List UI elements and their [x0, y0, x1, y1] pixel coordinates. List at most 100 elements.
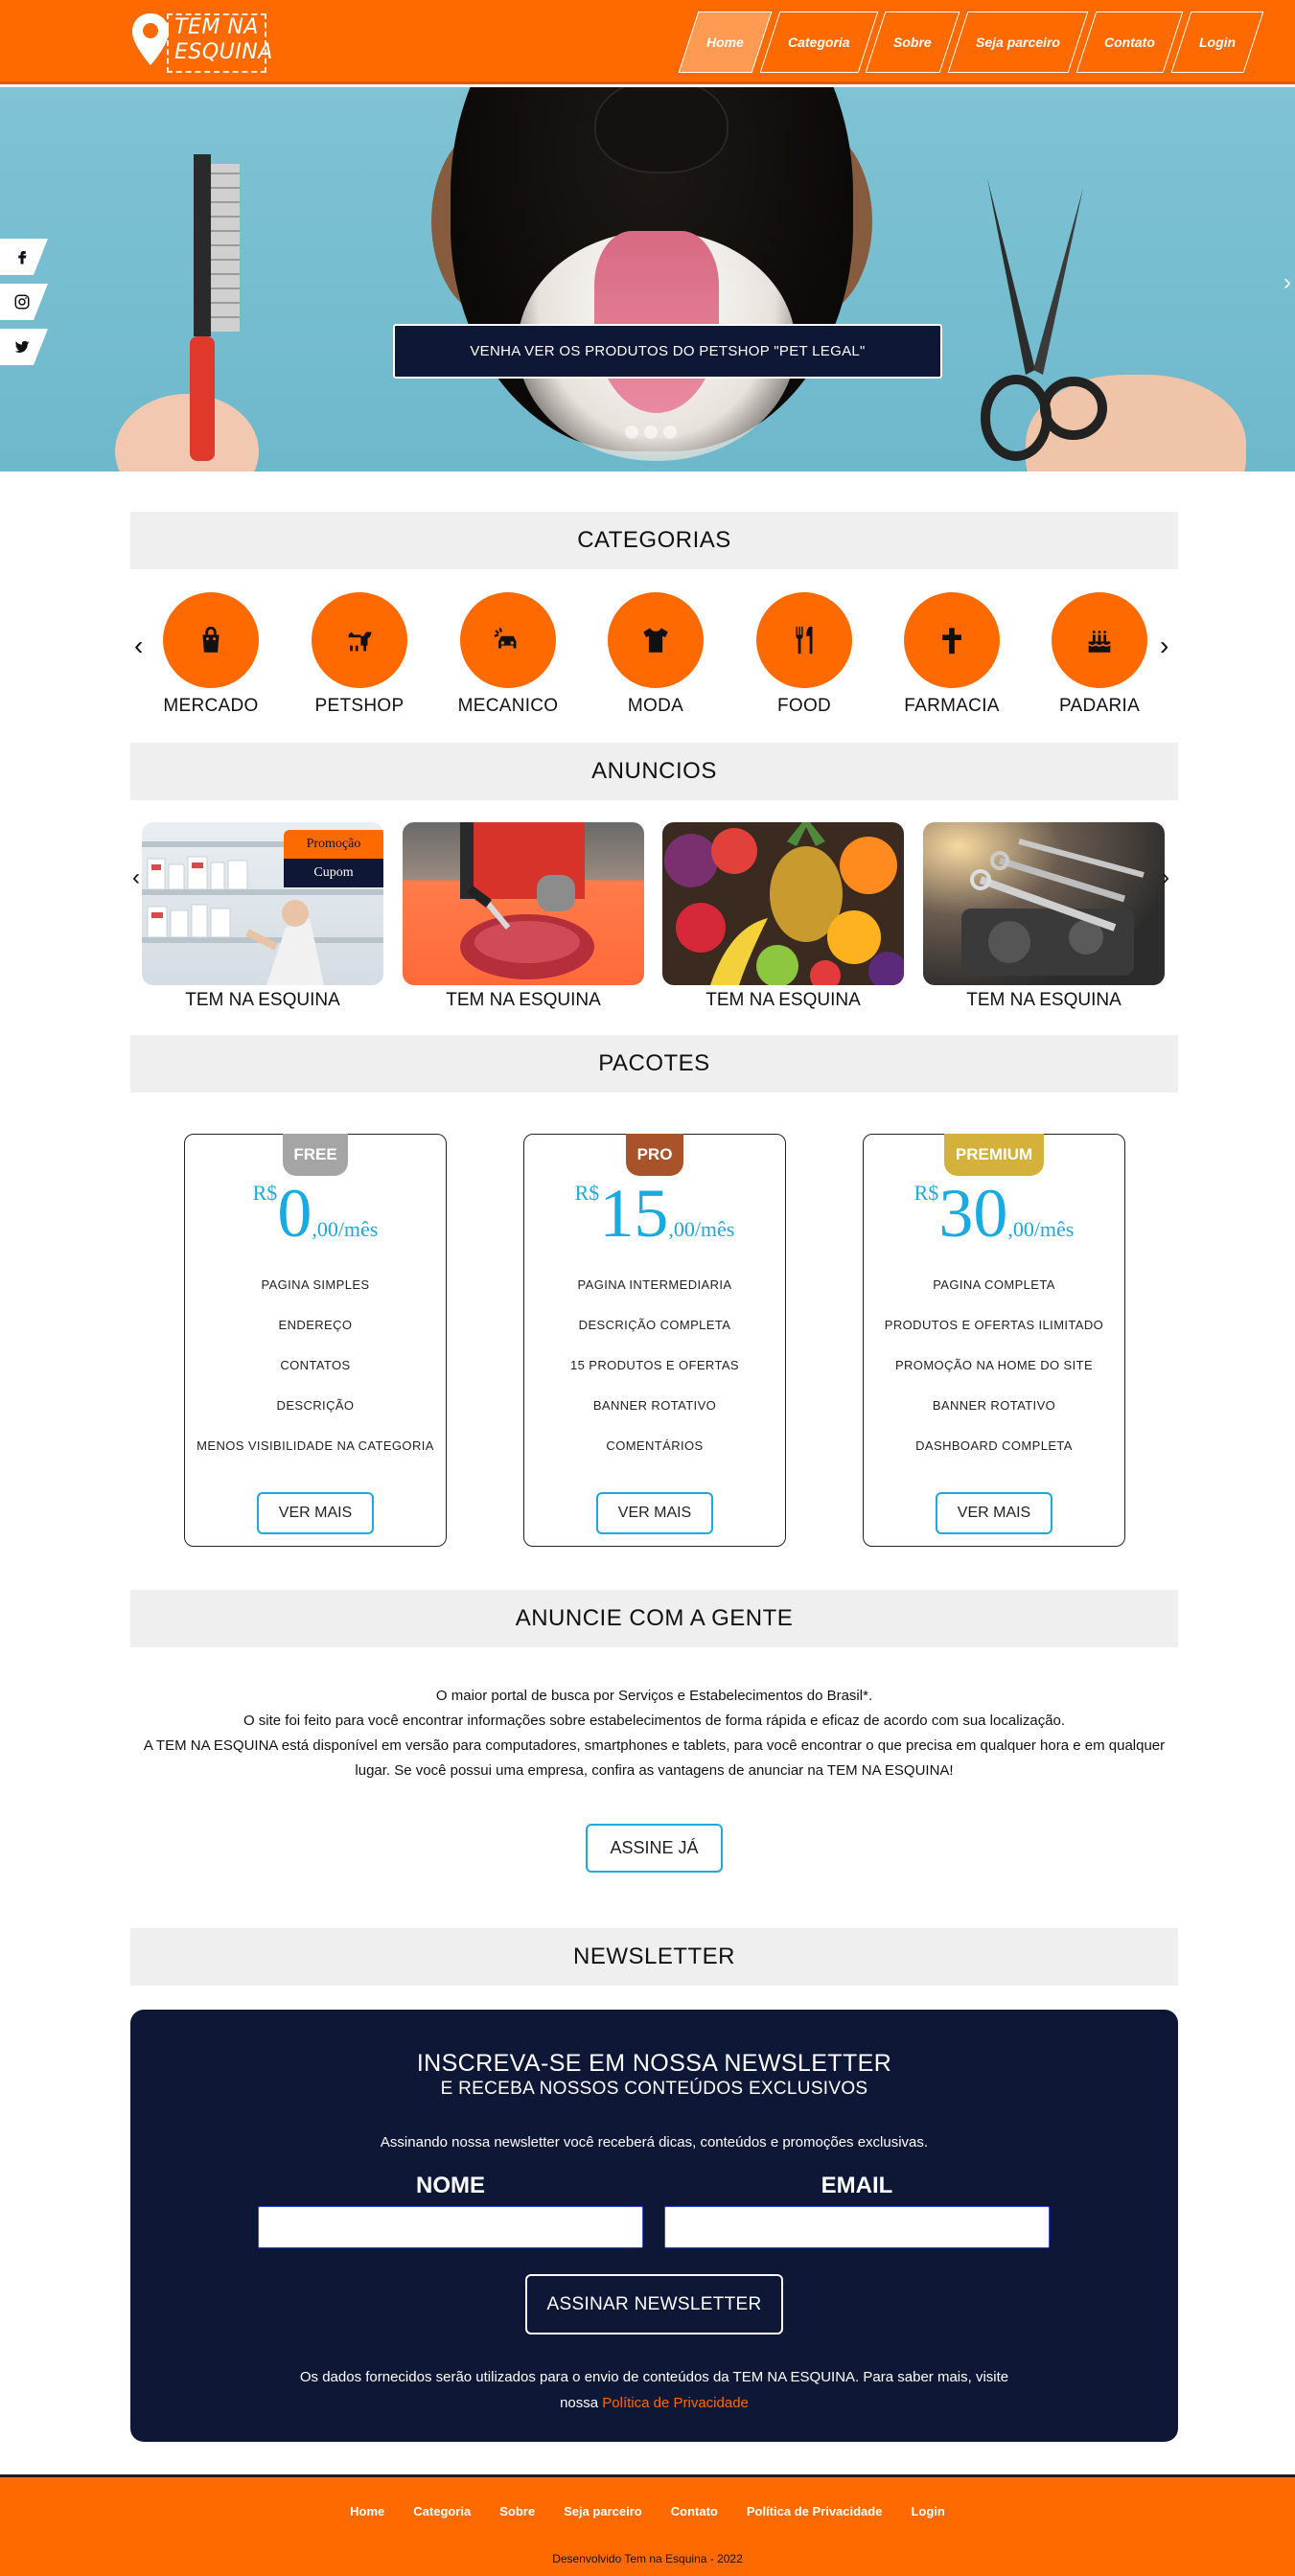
comb-icon — [190, 154, 240, 461]
privacy-policy-link[interactable]: Política de Privacidade — [602, 2395, 749, 2411]
package-tag: PREMIUM — [944, 1134, 1044, 1176]
ad-card[interactable]: TEM NA ESQUINA — [923, 822, 1165, 1011]
ad-card[interactable]: Promoção Cupom TEM NA ESQUINA — [142, 822, 383, 1011]
nav-home-label: Home — [706, 34, 744, 50]
ad-card[interactable]: TEM NA ESQUINA — [662, 822, 904, 1011]
carousel-dot[interactable] — [644, 426, 658, 439]
ad-label: TEM NA ESQUINA — [446, 990, 601, 1010]
category-circle — [1052, 592, 1147, 688]
shopping-bag-icon — [202, 626, 220, 653]
utensils-icon — [796, 626, 813, 655]
newsletter-title: NEWSLETTER — [130, 1928, 1178, 1986]
package-card-free: FREE R$0,00/mês PAGINA SIMPLES ENDEREÇO … — [184, 1134, 447, 1547]
map-pin-icon — [132, 13, 169, 65]
price-value: 0 — [277, 1175, 312, 1252]
newsletter-subheading: E RECEBA NOSSOS CONTEÚDOS EXCLUSIVOS — [440, 2079, 868, 2099]
instagram-icon — [14, 294, 30, 310]
footer-link-seja-parceiro[interactable]: Seja parceiro — [564, 2504, 642, 2518]
nav-sobre-label: Sobre — [893, 34, 933, 50]
nav-login[interactable]: Login — [1170, 12, 1264, 73]
hero-banner: VENHA VER OS PRODUTOS DO PETSHOP "PET LE… — [0, 87, 1295, 472]
package-feature: ENDEREÇO — [278, 1317, 353, 1332]
logo-line-2: ESQUINA — [174, 40, 273, 64]
coupon-badge: Cupom — [284, 859, 383, 887]
email-field[interactable] — [664, 2206, 1050, 2248]
footer-link-sobre[interactable]: Sobre — [499, 2504, 535, 2518]
carousel-dot[interactable] — [625, 426, 638, 439]
footer-link-login[interactable]: Login — [911, 2504, 944, 2518]
ad-card[interactable]: TEM NA ESQUINA — [403, 822, 644, 1011]
nav-sobre[interactable]: Sobre — [866, 12, 960, 73]
package-price: R$0,00/mês — [185, 1179, 446, 1248]
category-label: MERCADO — [163, 696, 259, 716]
newsletter-panel: INSCREVA-SE EM NOSSA NEWSLETTER E RECEBA… — [130, 2010, 1178, 2442]
package-feature: DESCRIÇÃO — [276, 1397, 355, 1413]
package-feature: PAGINA INTERMEDIARIA — [577, 1276, 732, 1292]
ver-mais-button[interactable]: VER MAIS — [936, 1492, 1052, 1534]
nav-categoria[interactable]: Categoria — [759, 12, 878, 73]
anuncie-line: O site foi feito para você encontrar inf… — [243, 1713, 1066, 1729]
package-feature: PROMOÇÃO NA HOME DO SITE — [894, 1357, 1094, 1372]
category-moda[interactable]: MODA — [593, 592, 718, 717]
package-card-pro: PRO R$15,00/mês PAGINA INTERMEDIARIA DES… — [523, 1134, 786, 1547]
categories-next-icon[interactable]: › — [1160, 631, 1168, 661]
name-field[interactable] — [258, 2206, 643, 2248]
ad-label: TEM NA ESQUINA — [966, 990, 1122, 1010]
nav-contato[interactable]: Contato — [1075, 12, 1184, 73]
category-circle — [608, 592, 704, 688]
hero-cta-button[interactable]: VENHA VER OS PRODUTOS DO PETSHOP "PET LE… — [393, 324, 942, 379]
package-price: R$30,00/mês — [864, 1179, 1124, 1248]
currency: R$ — [574, 1181, 600, 1205]
category-label: PETSHOP — [314, 696, 405, 716]
assine-ja-button[interactable]: ASSINE JÁ — [586, 1824, 723, 1873]
newsletter-heading: INSCREVA-SE EM NOSSA NEWSLETTER — [416, 2050, 892, 2077]
package-feature: COMENTÁRIOS — [606, 1438, 704, 1453]
currency: R$ — [252, 1181, 278, 1205]
category-farmacia[interactable]: FARMACIA — [890, 592, 1014, 717]
category-food[interactable]: FOOD — [742, 592, 867, 717]
subscribe-newsletter-button[interactable]: ASSINAR NEWSLETTER — [525, 2274, 783, 2334]
newsletter-privacy-note: Os dados fornecidos serão utilizados par… — [284, 2364, 1025, 2416]
name-label: NOME — [416, 2173, 485, 2198]
footer-link-home[interactable]: Home — [350, 2504, 384, 2518]
category-mecanico[interactable]: MECANICO — [446, 592, 570, 717]
package-feature: MENOS VISIBILIDADE NA CATEGORIA — [197, 1438, 434, 1453]
nav-seja-parceiro[interactable]: Seja parceiro — [947, 12, 1089, 73]
carousel-next-icon[interactable]: › — [1283, 269, 1291, 296]
nav-home[interactable]: Home — [678, 12, 773, 73]
price-suffix: ,00/mês — [1007, 1217, 1075, 1241]
anuncie-title: ANUNCIE COM A GENTE — [130, 1590, 1178, 1647]
category-circle — [756, 592, 852, 688]
package-feature: PAGINA SIMPLES — [261, 1276, 370, 1292]
car-crash-icon — [494, 627, 517, 649]
footer-link-privacidade[interactable]: Política de Privacidade — [747, 2504, 883, 2518]
carousel-indicators — [625, 426, 677, 439]
carousel-dot[interactable] — [663, 426, 677, 439]
footer-link-contato[interactable]: Contato — [671, 2504, 718, 2518]
package-tag: PRO — [626, 1134, 683, 1176]
ver-mais-button[interactable]: VER MAIS — [257, 1492, 374, 1534]
package-tag: FREE — [283, 1134, 348, 1176]
ads-next-icon[interactable]: › — [1162, 864, 1169, 891]
package-feature: PRODUTOS E OFERTAS ILIMITADO — [884, 1317, 1104, 1332]
category-mercado[interactable]: MERCADO — [149, 592, 273, 717]
anuncie-description: O maior portal de busca por Serviços e E… — [130, 1684, 1178, 1783]
newsletter-intro: Assinando nossa newsletter você receberá… — [380, 2134, 929, 2150]
logo[interactable]: TEM NA ESQUINA — [130, 10, 272, 73]
ad-label: TEM NA ESQUINA — [185, 990, 340, 1010]
packages-title: PACOTES — [130, 1035, 1178, 1092]
header: TEM NA ESQUINA Home Categoria Sobre Seja… — [0, 0, 1295, 84]
cake-icon — [1088, 631, 1111, 653]
ver-mais-button[interactable]: VER MAIS — [596, 1492, 713, 1534]
package-feature: BANNER ROTATIVO — [932, 1397, 1056, 1413]
category-padaria[interactable]: PADARIA — [1037, 592, 1162, 717]
ads-prev-icon[interactable]: ‹ — [132, 864, 140, 891]
cross-icon — [942, 628, 961, 655]
package-features: PAGINA INTERMEDIARIA DESCRIÇÃO COMPLETA … — [524, 1264, 785, 1465]
tshirt-icon — [643, 628, 668, 653]
category-label: FARMACIA — [904, 696, 1000, 716]
pharmacy-image: Promoção Cupom — [142, 822, 383, 985]
category-petshop[interactable]: PETSHOP — [297, 592, 422, 717]
categories-prev-icon[interactable]: ‹ — [134, 631, 143, 661]
footer-link-categoria[interactable]: Categoria — [413, 2504, 471, 2518]
